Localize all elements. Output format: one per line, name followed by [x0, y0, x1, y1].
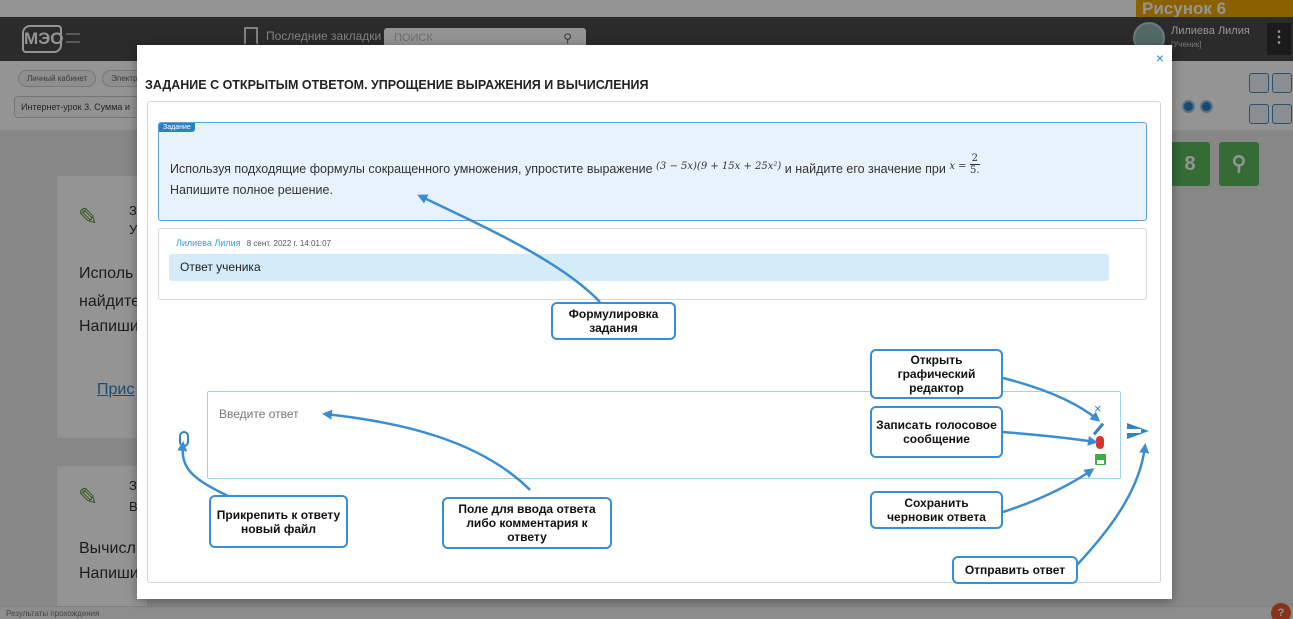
task-text: Используя подходящие формулы сокращенног… — [170, 153, 980, 199]
answer-author[interactable]: Лилиева Лилия — [176, 238, 241, 248]
task-fraction: 2 5. — [970, 153, 980, 176]
task-variable: x = — [949, 160, 967, 172]
fraction-denominator: 5. — [970, 165, 980, 176]
task-text-part: Используя подходящие формулы сокращенног… — [170, 161, 653, 176]
clear-icon[interactable]: × — [1094, 401, 1102, 416]
paperclip-icon[interactable] — [179, 431, 189, 447]
task-statement: Задание Используя подходящие формулы сок… — [158, 122, 1147, 221]
answer-text: Ответ ученика — [169, 254, 1109, 281]
task-tag: Задание — [159, 123, 195, 132]
send-icon[interactable] — [1127, 423, 1149, 439]
student-answer: Лилиева Лилия 8 сент. 2022 г. 14:01:07 О… — [158, 228, 1147, 300]
answer-meta: Лилиева Лилия 8 сент. 2022 г. 14:01:07 — [176, 238, 331, 248]
callout-answer-field: Поле для ввода ответа либо комментария к… — [442, 497, 612, 549]
callout-save-draft: Сохранить черновик ответа — [870, 491, 1003, 529]
callout-task-wording: Формулировка задания — [551, 302, 676, 340]
callout-send-answer: Отправить ответ — [952, 556, 1078, 584]
fraction-numerator: 2 — [970, 153, 980, 165]
callout-voice-message: Записать голосовое сообщение — [870, 406, 1003, 458]
modal-title: ЗАДАНИЕ С ОТКРЫТЫМ ОТВЕТОМ. УПРОЩЕНИЕ ВЫ… — [145, 78, 649, 92]
callout-graphic-editor: Открыть графический редактор — [870, 349, 1003, 399]
task-text-part: и найдите его значение при — [784, 161, 946, 176]
task-text-part: Напишите полное решение. — [170, 183, 333, 197]
answer-input-placeholder: Введите ответ — [219, 407, 299, 421]
close-icon[interactable]: × — [1156, 50, 1164, 66]
callout-attach-file: Прикрепить к ответу новый файл — [209, 495, 348, 548]
microphone-icon[interactable] — [1096, 436, 1104, 449]
save-draft-icon[interactable] — [1095, 454, 1106, 465]
answer-timestamp: 8 сент. 2022 г. 14:01:07 — [246, 239, 332, 248]
task-expression: (3 − 5x)(9 + 15x + 25x²) — [656, 160, 782, 172]
